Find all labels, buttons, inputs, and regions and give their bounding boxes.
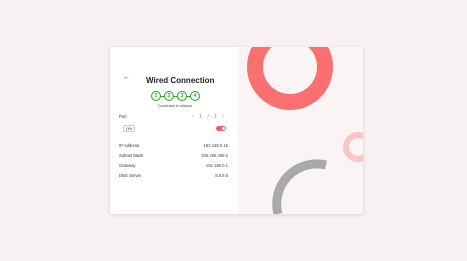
section-label: Port xyxy=(119,114,127,119)
detail-value-subnet: 255.255.255.0 xyxy=(201,153,228,158)
detail-value-ip: 192.168.0.15 xyxy=(203,143,228,148)
dialog-card: ← Wired Connection 1 2 3 4 Connected to … xyxy=(110,47,363,214)
chevron-right-icon[interactable]: › xyxy=(222,114,226,120)
enable-toggle[interactable] xyxy=(216,126,226,131)
page-indicator: 1 / 1 xyxy=(199,114,219,120)
red-ring xyxy=(247,47,333,110)
detail-label-gateway: Gateway xyxy=(119,163,136,168)
step-3[interactable]: 3 xyxy=(177,91,187,101)
decorative-panel xyxy=(238,47,363,214)
dialog-title: Wired Connection xyxy=(146,76,215,85)
detail-label-subnet: Subnet Mask xyxy=(119,153,144,158)
back-icon[interactable]: ← xyxy=(123,74,130,81)
detail-label-ip: IP Address xyxy=(119,143,140,148)
detail-value-gateway: 192.168.0.1 xyxy=(205,163,228,168)
decorative-illustration xyxy=(247,47,363,214)
detail-value-dns: 8.8.8.8 xyxy=(215,173,228,178)
page-nav[interactable]: ‹ 1 / 1 › xyxy=(192,114,226,120)
step-1[interactable]: 1 xyxy=(151,91,161,101)
status-text: Connected to network xyxy=(158,104,193,108)
progress-stepper: 1 2 3 4 xyxy=(151,91,200,101)
step-4[interactable]: 4 xyxy=(190,91,200,101)
gray-arc xyxy=(272,159,328,214)
step-2[interactable]: 2 xyxy=(164,91,174,101)
pink-ring xyxy=(343,132,363,162)
chevron-left-icon[interactable]: ‹ xyxy=(192,114,196,120)
toggle-tag: ON xyxy=(123,125,135,132)
settings-panel: ← Wired Connection 1 2 3 4 Connected to … xyxy=(110,47,238,214)
detail-label-dns: DNS Server xyxy=(119,173,142,178)
